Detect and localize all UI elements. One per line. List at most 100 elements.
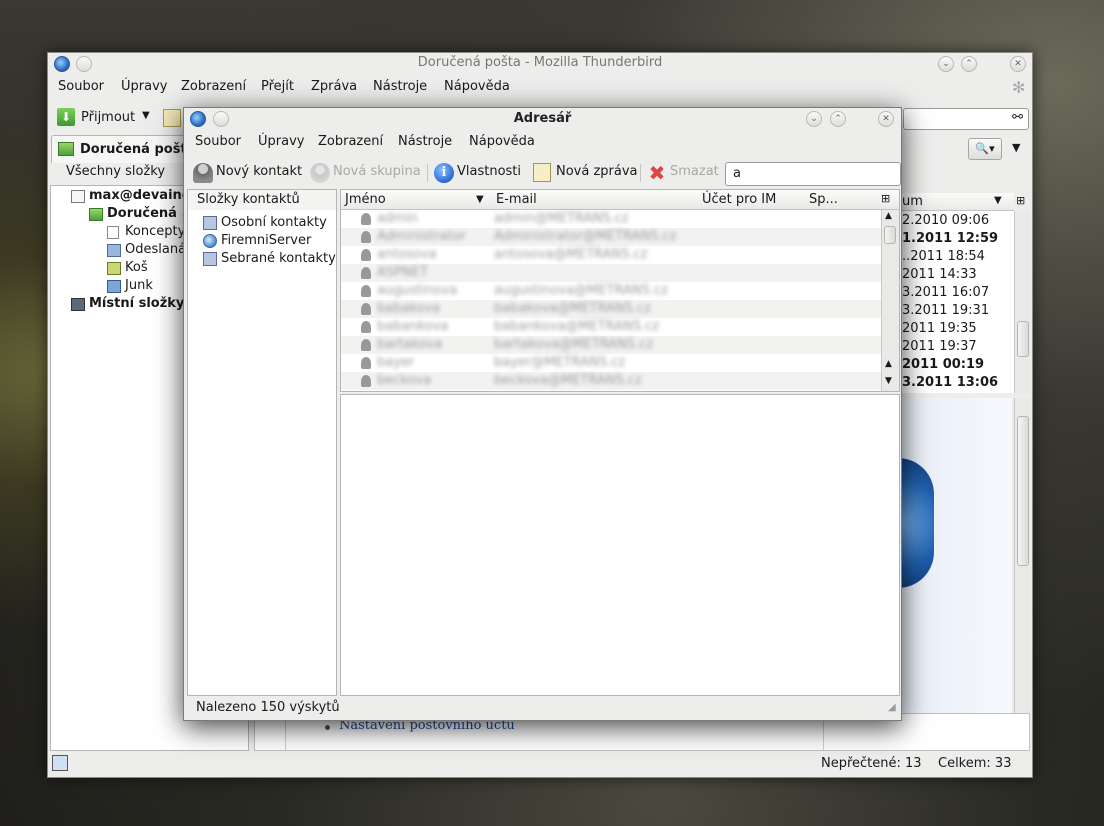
table-row[interactable]: ASPNET bbox=[341, 264, 881, 282]
table-row[interactable]: augustinova augustinova@METRANS.cz bbox=[341, 282, 881, 300]
scrollbar-thumb[interactable] bbox=[1017, 416, 1029, 566]
window-title: Doručená pošta - Mozilla Thunderbird bbox=[417, 55, 663, 70]
activity-throbber-icon: ✻ bbox=[1012, 78, 1026, 97]
get-mail-label: Přijmout bbox=[81, 110, 136, 125]
sort-chevron-down-icon: ▼ bbox=[994, 195, 1002, 206]
quick-filter-input[interactable]: ⚯ bbox=[903, 108, 1029, 130]
contact-icon bbox=[361, 231, 371, 243]
mail-account-icon bbox=[71, 190, 85, 203]
scrollbar-thumb[interactable] bbox=[884, 226, 896, 244]
binoculars-icon: ⚯ bbox=[1012, 110, 1023, 125]
minimize-button[interactable]: ⌄ bbox=[806, 111, 822, 127]
close-button[interactable]: ✕ bbox=[878, 111, 894, 127]
table-row[interactable]: antosova antosova@METRANS.cz bbox=[341, 246, 881, 264]
table-row[interactable]: babankova babankova@METRANS.cz bbox=[341, 318, 881, 336]
folder-junk[interactable]: Junk bbox=[107, 278, 153, 293]
ldap-server-icon bbox=[203, 234, 217, 248]
column-picker-icon[interactable]: ⊞ bbox=[1016, 194, 1025, 207]
date-cell: 1.2011 12:59 bbox=[902, 231, 999, 246]
scroll-down-icon[interactable]: ▼ bbox=[885, 376, 892, 386]
sort-chevron-down-icon: ▼ bbox=[476, 194, 484, 205]
contact-list-header: Jméno ▼ E-mail Účet pro IM Sp... ⊞ bbox=[341, 190, 899, 210]
folder-drafts-label: Koncepty bbox=[125, 224, 186, 239]
directory-firemniserver[interactable]: FiremniServer bbox=[203, 233, 311, 248]
close-button[interactable]: ✕ bbox=[1010, 56, 1026, 72]
menu-zprava[interactable]: Zpráva bbox=[311, 79, 357, 94]
menu-soubor[interactable]: Soubor bbox=[195, 134, 241, 149]
tab-list-chevron-icon[interactable]: ▼ bbox=[1012, 141, 1020, 154]
column-picker-icon[interactable]: ⊞ bbox=[881, 192, 890, 205]
contact-search-input[interactable]: a bbox=[725, 162, 901, 186]
folder-sent[interactable]: Odeslaná bbox=[107, 242, 186, 257]
maximize-button[interactable]: ⌃ bbox=[961, 56, 977, 72]
directory-collected-label: Sebrané kontakty bbox=[221, 251, 336, 266]
new-message-button[interactable]: Nová zpráva bbox=[533, 162, 638, 184]
junk-folder-icon bbox=[107, 280, 121, 293]
results-count: Nalezeno 150 výskytů bbox=[196, 700, 340, 715]
date-column-header-label: um bbox=[902, 194, 923, 209]
status-bar: Nepřečtené: 13 Celkem: 33 bbox=[48, 753, 1032, 777]
date-column-header[interactable]: um ▼ bbox=[898, 193, 1014, 211]
folder-local[interactable]: Místní složky bbox=[71, 296, 184, 311]
column-im[interactable]: Účet pro IM bbox=[702, 192, 776, 207]
compose-icon bbox=[533, 163, 551, 182]
drafts-icon bbox=[107, 226, 119, 239]
menu-prejit[interactable]: Přejít bbox=[261, 79, 294, 94]
new-group-button[interactable]: Nová skupina bbox=[310, 162, 421, 184]
menu-napoveda[interactable]: Nápověda bbox=[444, 79, 510, 94]
menu-zobrazeni[interactable]: Zobrazení bbox=[318, 134, 383, 149]
table-row[interactable]: babakova babakova@METRANS.cz bbox=[341, 300, 881, 318]
table-row[interactable]: Administrator Administrator@METRANS.cz bbox=[341, 228, 881, 246]
minimize-button[interactable]: ⌄ bbox=[938, 56, 954, 72]
date-cell: 3.2011 13:06 bbox=[902, 375, 999, 390]
scroll-up-icon[interactable]: ▲ bbox=[885, 211, 892, 221]
directory-collected[interactable]: Sebrané kontakty bbox=[203, 251, 336, 266]
column-sp[interactable]: Sp... bbox=[809, 192, 838, 207]
date-cell: 2.2010 09:06 bbox=[902, 213, 990, 228]
thunderbird-logo-icon bbox=[898, 458, 934, 588]
offline-status-icon[interactable] bbox=[52, 755, 68, 771]
date-cell: 2011 14:33 bbox=[902, 267, 977, 282]
get-mail-button[interactable]: ⬇ Přijmout ▼ bbox=[54, 106, 154, 130]
write-icon[interactable] bbox=[163, 109, 181, 127]
folder-trash[interactable]: Koš bbox=[107, 260, 148, 275]
column-name[interactable]: Jméno bbox=[345, 192, 386, 207]
chevron-down-icon[interactable]: ▼ bbox=[142, 110, 150, 121]
folder-account[interactable]: max@devaine bbox=[71, 188, 191, 203]
scrollbar-thumb[interactable] bbox=[1017, 321, 1029, 357]
all-folders-label[interactable]: Všechny složky bbox=[66, 164, 165, 179]
delete-button[interactable]: ✖ Smazat bbox=[647, 162, 721, 184]
properties-button[interactable]: i Vlastnosti bbox=[434, 162, 524, 184]
table-row[interactable]: bayer bayer@METRANS.cz bbox=[341, 354, 881, 372]
tab-inbox-label: Doručená pošta bbox=[80, 142, 193, 157]
folder-account-label: max@devaine bbox=[89, 188, 191, 203]
table-row[interactable]: beckova beckova@METRANS.cz bbox=[341, 372, 881, 390]
menu-soubor[interactable]: Soubor bbox=[58, 79, 104, 94]
contact-list-scrollbar[interactable]: ▲ ▲ ▼ bbox=[881, 210, 899, 391]
total-count: Celkem: 33 bbox=[938, 756, 1012, 771]
menu-zobrazeni[interactable]: Zobrazení bbox=[181, 79, 246, 94]
menu-napoveda[interactable]: Nápověda bbox=[469, 134, 535, 149]
menu-nastroje[interactable]: Nástroje bbox=[373, 79, 427, 94]
table-row[interactable]: admin admin@METRANS.cz bbox=[341, 210, 881, 228]
folder-inbox[interactable]: Doručená ... bbox=[89, 206, 196, 221]
menu-nastroje[interactable]: Nástroje bbox=[398, 134, 452, 149]
menu-upravy[interactable]: Úpravy bbox=[121, 79, 167, 94]
tab-inbox[interactable]: Doručená pošta bbox=[51, 135, 193, 163]
scroll-up-icon[interactable]: ▲ bbox=[885, 359, 892, 369]
maximize-button[interactable]: ⌃ bbox=[830, 111, 846, 127]
message-pane-scrollbar[interactable] bbox=[1014, 398, 1030, 748]
column-email[interactable]: E-mail bbox=[496, 192, 537, 207]
message-list-date-column: um ▼ 2.2010 09:06 1.2011 12:59 ..2011 18… bbox=[898, 193, 1014, 393]
search-value: a bbox=[733, 166, 741, 181]
folder-drafts[interactable]: Koncepty bbox=[107, 224, 185, 239]
table-row[interactable]: bartakova bartakova@METRANS.cz bbox=[341, 336, 881, 354]
message-list-scrollbar[interactable] bbox=[1014, 211, 1030, 393]
contact-icon bbox=[361, 267, 371, 279]
directory-personal-label: Osobní kontakty bbox=[221, 215, 327, 230]
new-contact-button[interactable]: Nový kontakt bbox=[193, 162, 302, 184]
directory-personal[interactable]: Osobní kontakty bbox=[203, 215, 327, 230]
search-scope-button[interactable]: 🔍▾ bbox=[968, 138, 1002, 160]
resize-grip-icon[interactable]: ◢ bbox=[888, 702, 896, 713]
menu-upravy[interactable]: Úpravy bbox=[258, 134, 304, 149]
